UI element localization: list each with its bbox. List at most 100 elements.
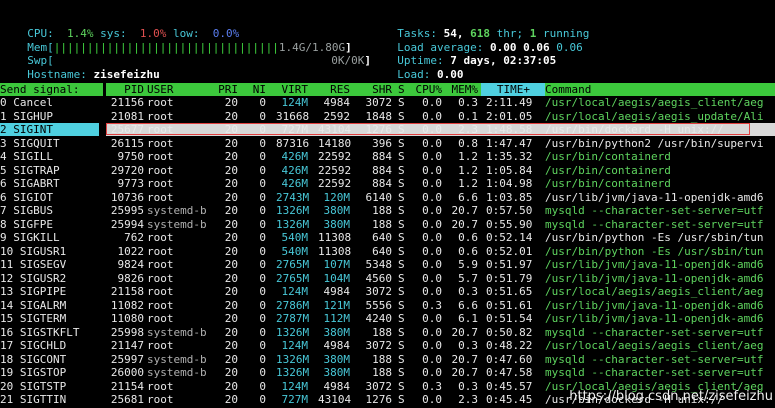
table-row[interactable]: 3 SIGQUIT 26115 root 20 0 87316 14180 396 S 0.0 0.… <box>0 137 775 150</box>
cell-ni: 0 <box>259 204 266 217</box>
cell-cpu: 0.0 <box>422 393 442 406</box>
table-row[interactable]: 14 SIGALRM 11082 root 20 0 2786M 121M 5556 S 0.3 6… <box>0 299 775 312</box>
cell-pri: 20 <box>224 271 238 285</box>
signal-item[interactable]: 21 SIGTTIN <box>0 393 99 406</box>
signal-item[interactable]: 11 SIGSEGV <box>0 258 99 271</box>
cell-shr: 188 <box>372 204 392 217</box>
cell-res: 4984 <box>323 285 351 298</box>
signal-item[interactable]: 20 SIGTSTP <box>0 380 99 393</box>
table-row[interactable]: 4 SIGILL 9750 root 20 0 426M 22592 884 S 0.0 1.2 1:… <box>0 150 775 163</box>
signal-item[interactable]: 4 SIGILL <box>0 150 99 163</box>
cell-s: S <box>398 136 405 150</box>
cell-pri: 20 <box>224 379 238 393</box>
cell-shr: 4240 <box>365 312 393 325</box>
cell-s: S <box>398 285 405 298</box>
cell-res: 4984 <box>323 379 351 393</box>
cell-s: S <box>398 312 405 325</box>
col-virt[interactable]: VIRT <box>276 83 309 96</box>
table-row[interactable]: 8 SIGFPE 25994 systemd-b 20 0 1326M 380M 188 S 0.… <box>0 218 775 231</box>
cell-cmd: mysqld --character-set-server=utf <box>545 217 764 231</box>
cell-ni: 0 <box>259 325 266 339</box>
signal-item[interactable]: 7 SIGBUS <box>0 204 99 217</box>
cell-mem: 1.2 <box>458 177 478 190</box>
table-row[interactable]: 6 SIGABRT 9773 root 20 0 426M 22592 884 S 0.0 1.2 1… <box>0 177 775 190</box>
table-row[interactable]: 19 SIGSTOP 26000 systemd-b 20 0 1326M 380M 188 S… <box>0 366 775 379</box>
col-command[interactable]: Command <box>545 83 591 96</box>
col-ni[interactable]: NI <box>248 83 266 96</box>
cell-cpu: 0.0 <box>422 123 442 136</box>
cell-mem: 2.3 <box>458 393 478 406</box>
table-row[interactable]: 6 SIGIOT 10736 root 20 0 2743M 120M 6140 S 0.0 6.6… <box>0 191 775 204</box>
cell-virt: 2787M <box>276 312 310 325</box>
signal-item[interactable]: 3 SIGQUIT <box>0 137 99 150</box>
cell-user: root <box>147 258 174 271</box>
cell-ni: 0 <box>259 271 266 285</box>
cell-time: 0:51.79 <box>486 271 533 285</box>
table-row[interactable]: 7 SIGBUS 25995 systemd-b 20 0 1326M 380M 188 S 0.… <box>0 204 775 217</box>
signal-item[interactable]: 17 SIGCHLD <box>0 339 99 352</box>
cell-user: root <box>147 190 174 204</box>
swp-close: ] <box>364 54 371 67</box>
signal-item[interactable]: 9 SIGKILL <box>0 231 99 244</box>
cell-mem: 20.7 <box>451 204 479 217</box>
cell-shr: 5348 <box>365 258 393 271</box>
signal-item[interactable]: 18 SIGCONT <box>0 353 99 366</box>
cell-user: systemd-b <box>147 366 207 379</box>
table-row[interactable]: 17 SIGCHLD 21147 root 20 0 124M 4984 3072 S 0.0 0.… <box>0 339 775 352</box>
cell-cpu: 0.0 <box>422 244 442 258</box>
cell-cpu: 0.0 <box>422 271 442 285</box>
table-row[interactable]: 12 SIGUSR2 9826 root 20 0 2765M 104M 4560 S 0.0 5.… <box>0 272 775 285</box>
cell-mem: 0.1 <box>458 109 478 123</box>
signal-item[interactable]: 8 SIGFPE <box>0 218 99 231</box>
cell-mem: 1.2 <box>458 163 478 177</box>
signal-item[interactable]: 15 SIGTERM <box>0 312 99 325</box>
table-row[interactable]: 2 SIGINT 25677 root 20 0 727M 43104 1276 S 0.0 2.3… <box>0 123 775 136</box>
table-row[interactable]: 11 SIGSEGV 9824 root 20 0 2765M 107M 5348 S 0.0 5.… <box>0 258 775 271</box>
col-res[interactable]: RES <box>318 83 350 96</box>
signal-item[interactable]: 16 SIGSTKFLT <box>0 326 99 339</box>
cell-ni: 0 <box>259 285 266 298</box>
col-state[interactable]: S <box>398 83 405 96</box>
cell-res: 4984 <box>323 96 351 109</box>
table-row[interactable]: 5 SIGTRAP 29720 root 20 0 426M 22592 884 S 0.0 1.2… <box>0 164 775 177</box>
col-user[interactable]: USER <box>147 83 174 96</box>
cell-time: 0:47.58 <box>486 366 533 379</box>
signal-item[interactable]: 14 SIGALRM <box>0 299 99 312</box>
col-mem[interactable]: MEM% <box>446 83 479 96</box>
table-row[interactable]: 9 SIGKILL 762 root 20 0 540M 11308 640 S 0.0 0.6 0:… <box>0 231 775 244</box>
table-row[interactable]: 13 SIGPIPE 21158 root 20 0 124M 4984 3072 S 0.0 0.… <box>0 285 775 298</box>
cell-cmd: /usr/lib/jvm/java-11-openjdk-amd6 <box>545 258 764 271</box>
col-shr[interactable]: SHR <box>364 83 392 96</box>
signal-item[interactable]: 19 SIGSTOP <box>0 366 99 379</box>
cell-shr: 1276 <box>365 393 393 406</box>
cell-user: root <box>147 177 174 190</box>
cell-shr: 1276 <box>365 123 393 136</box>
cell-shr: 188 <box>372 352 392 366</box>
table-row[interactable]: 0 Cancel 21156 root 20 0 124M 4984 3072 S 0.0 0.3 2… <box>0 96 775 109</box>
cell-virt: 540M <box>281 231 309 244</box>
col-pri[interactable]: PRI <box>214 83 238 96</box>
col-time[interactable]: TIME+ <box>486 83 530 96</box>
signal-item[interactable]: 5 SIGTRAP <box>0 164 99 177</box>
signal-item[interactable]: 2 SIGINT <box>0 123 99 136</box>
cell-ni: 0 <box>259 177 266 190</box>
cell-shr: 5556 <box>365 298 393 312</box>
signal-item[interactable]: 10 SIGUSR1 <box>0 245 99 258</box>
load15-value: 0.06 <box>556 41 583 54</box>
signal-item[interactable]: 12 SIGUSR2 <box>0 272 99 285</box>
load-meter: Load: 0.00 <box>384 55 463 81</box>
table-row[interactable]: 15 SIGTERM 11080 root 20 0 2787M 112M 4240 S 0.0 6… <box>0 312 775 325</box>
col-pid[interactable]: PID <box>110 83 144 96</box>
table-row[interactable]: 10 SIGUSR1 1022 root 20 0 540M 11308 640 S 0.0 0.6… <box>0 245 775 258</box>
col-cpu[interactable]: CPU% <box>410 83 443 96</box>
cell-pid: 25998 <box>110 325 144 339</box>
signal-item[interactable]: 13 SIGPIPE <box>0 285 99 298</box>
signal-item[interactable]: 0 Cancel <box>0 96 99 109</box>
cell-cmd: mysqld --character-set-server=utf <box>545 352 764 366</box>
signal-item[interactable]: 1 SIGHUP <box>0 110 99 123</box>
signal-item[interactable]: 6 SIGIOT <box>0 191 99 204</box>
table-row[interactable]: 1 SIGHUP 21081 root 20 0 31668 2592 1848 S 0.0 0.1… <box>0 110 775 123</box>
table-row[interactable]: 18 SIGCONT 25997 systemd-b 20 0 1326M 380M 188 S… <box>0 353 775 366</box>
table-row[interactable]: 16 SIGSTKFLT 25998 systemd-b 20 0 1326M 380M 18… <box>0 326 775 339</box>
signal-item[interactable]: 6 SIGABRT <box>0 177 99 190</box>
